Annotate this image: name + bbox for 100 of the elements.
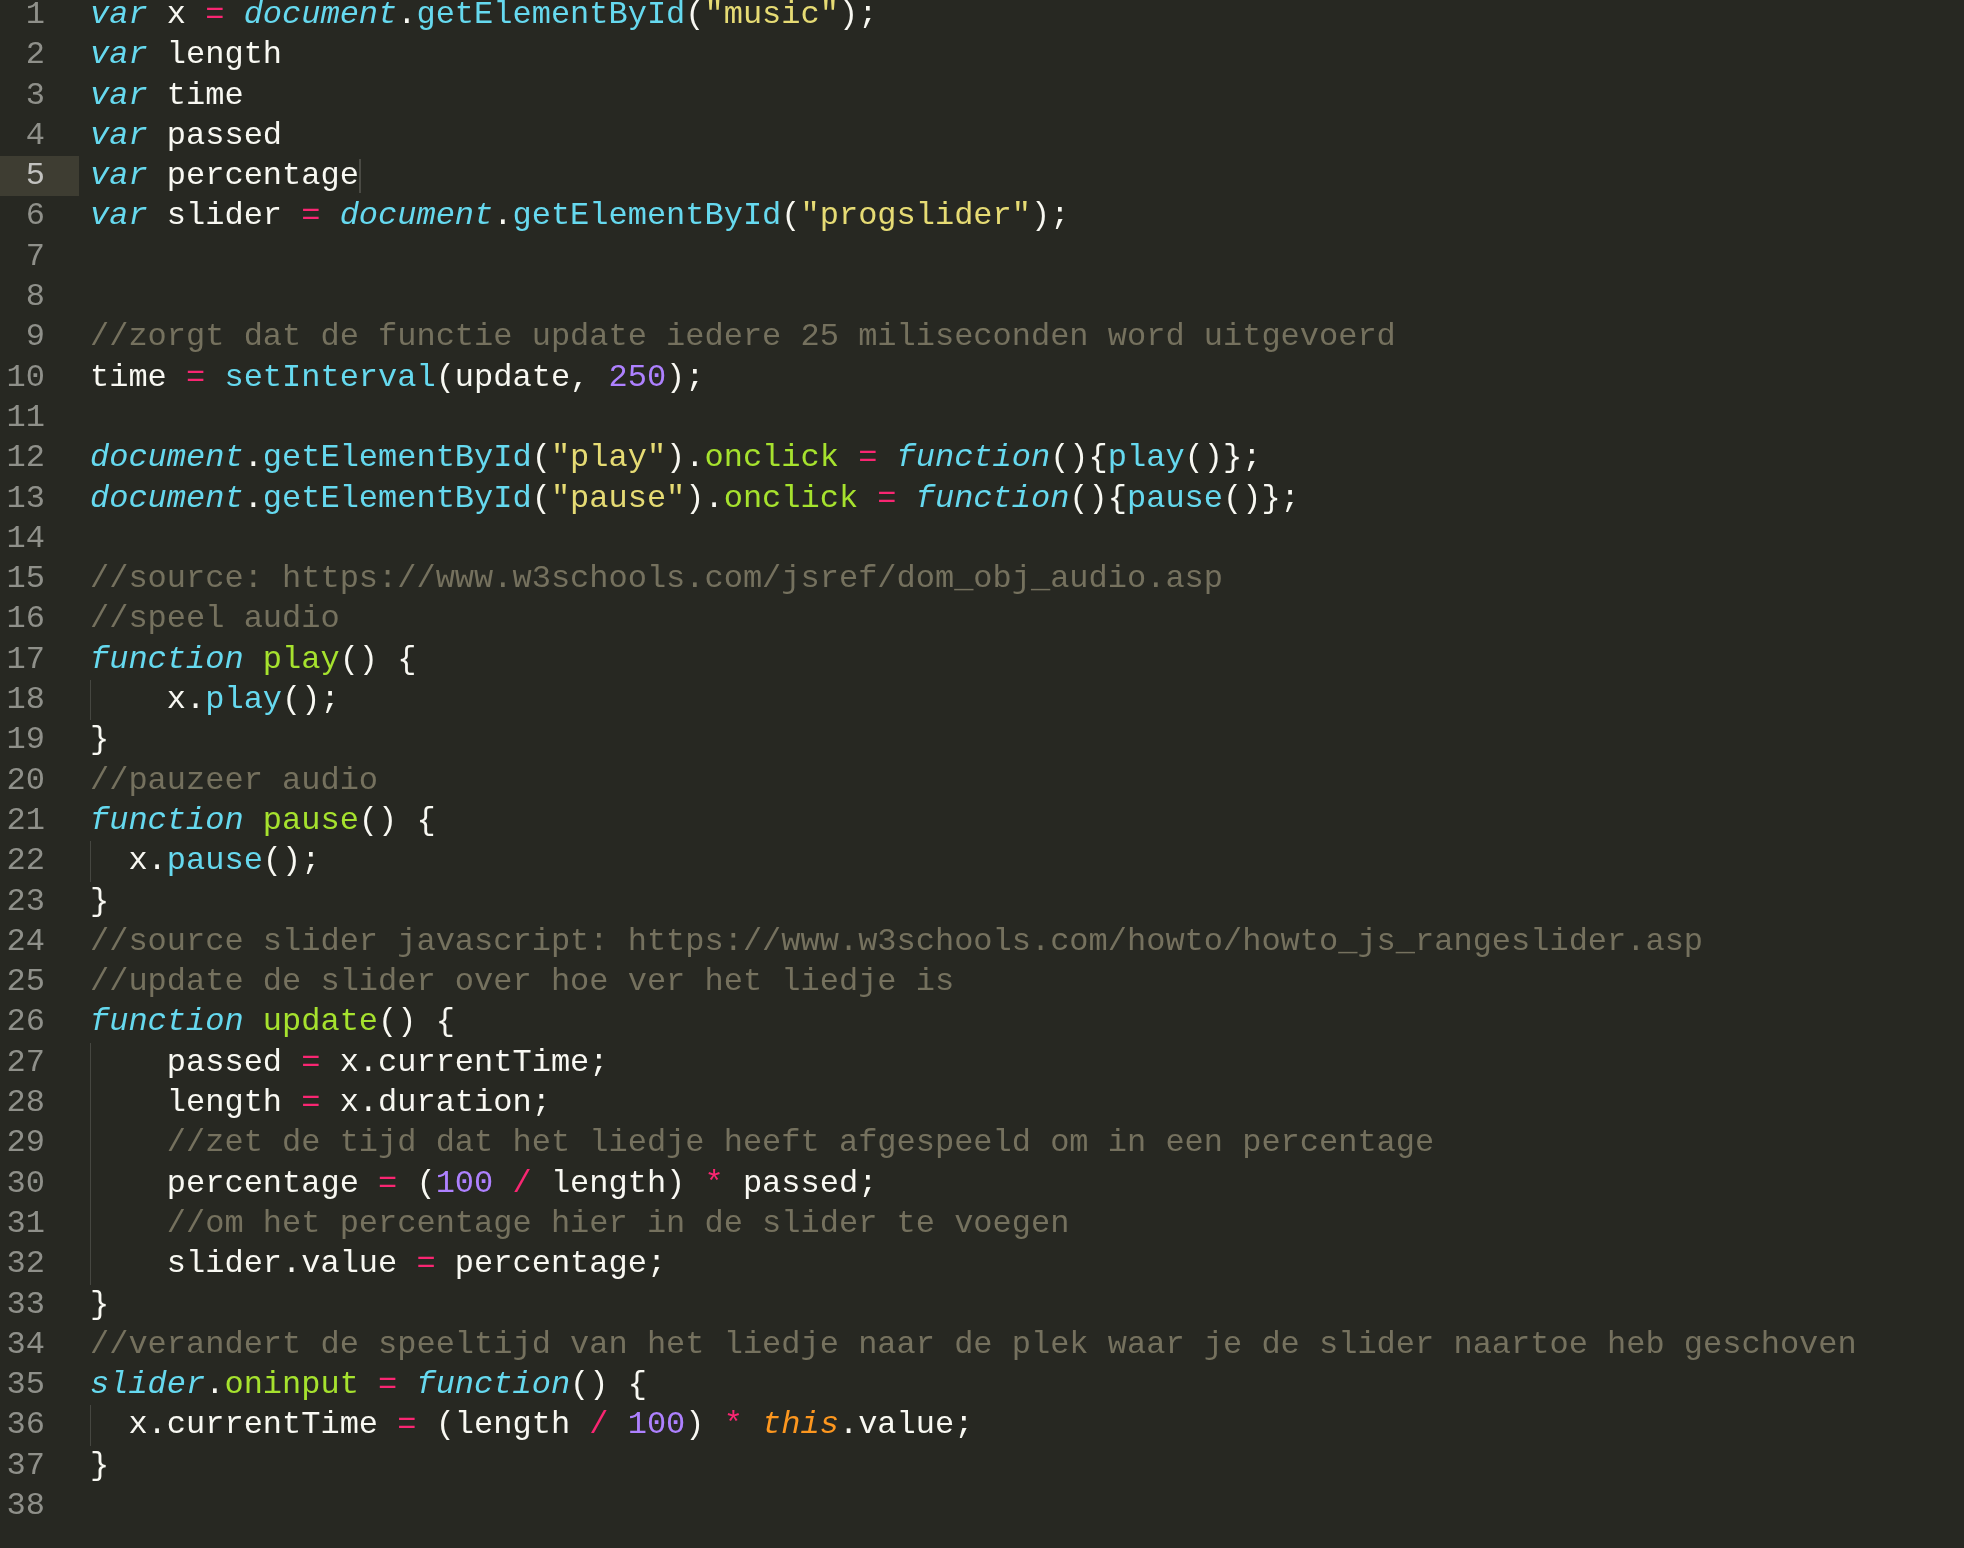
code-text: passed: [166, 116, 283, 154]
code-text: (: [531, 439, 551, 477]
code-text: () {: [339, 640, 417, 678]
code-text: passed;: [742, 1164, 878, 1202]
keyword: var: [90, 36, 148, 74]
keyword: function: [915, 479, 1070, 517]
line-number: 23: [6, 882, 45, 920]
function-name: pause: [262, 801, 359, 839]
string-literal: "progslider": [800, 197, 1031, 235]
line-number: 31: [6, 1204, 45, 1242]
code-comment: //zet de tijd dat het liedje heeft afgespeeld om in een percentage: [166, 1124, 1435, 1162]
code-text: length: [166, 1084, 283, 1121]
code-text: ();: [282, 681, 340, 719]
code-text: ).: [685, 479, 724, 517]
line-number: 32: [6, 1245, 45, 1283]
function-call: getElementById: [416, 0, 686, 33]
code-text: percentage: [166, 157, 359, 195]
property-name: oninput: [224, 1366, 359, 1404]
code-text: (: [416, 1164, 436, 1202]
number-literal: 100: [627, 1406, 686, 1444]
operator: *: [723, 1406, 743, 1444]
line-number: 8: [25, 278, 45, 316]
code-text: time: [90, 358, 167, 396]
line-number: 26: [6, 1003, 45, 1041]
code-comment: //source slider javascript: https://www.w3schools.com/howto/howto_js_rangeslider.asp: [90, 922, 1704, 960]
operator: =: [301, 1043, 321, 1081]
code-text: (: [685, 0, 705, 33]
code-text: () {: [570, 1366, 647, 1404]
line-number: 3: [25, 76, 45, 114]
code-comment: //source: https://www.w3schools.com/jsref/dom_obj_audio.asp: [90, 560, 1223, 598]
code-text: .: [397, 0, 417, 33]
keyword: var: [90, 0, 148, 33]
string-literal: "pause": [550, 479, 686, 517]
code-text: ();: [262, 842, 321, 880]
line-number: 29: [6, 1124, 45, 1162]
line-number: 14: [6, 519, 45, 557]
operator: =: [858, 439, 878, 477]
code-text: ): [685, 1406, 705, 1444]
line-number: 15: [6, 560, 45, 598]
line-number: 35: [6, 1366, 45, 1404]
object-name: document: [90, 439, 244, 477]
operator: =: [877, 479, 897, 517]
code-comment: //speel audio: [90, 600, 340, 638]
line-number: 13: [6, 479, 45, 517]
operator: =: [416, 1245, 436, 1283]
function-call: play: [1107, 439, 1185, 477]
code-text: .: [493, 197, 513, 235]
code-text: x.currentTime: [128, 1406, 379, 1444]
object-name: slider: [90, 1366, 206, 1404]
line-number: 16: [6, 600, 45, 638]
line-number: 34: [6, 1325, 45, 1363]
code-text: () {: [378, 1003, 455, 1041]
code-text: () {: [358, 801, 436, 839]
keyword: function: [90, 1003, 244, 1041]
keyword: function: [416, 1366, 571, 1404]
code-comment: //zorgt dat de functie update iedere 25 miliseconden word uitgevoerd: [90, 318, 1396, 356]
line-number: 37: [6, 1446, 45, 1484]
operator: =: [205, 0, 225, 33]
keyword: var: [90, 197, 148, 235]
keyword: function: [896, 439, 1051, 477]
function-call: pause: [166, 842, 263, 880]
object-name: document: [90, 479, 244, 517]
line-number: 2: [25, 36, 45, 74]
property-name: onclick: [704, 439, 839, 477]
code-comment: //update de slider over hoe ver het liedje is: [90, 963, 955, 1001]
line-number: 1: [25, 0, 45, 33]
code-text: time: [166, 76, 244, 114]
function-call: getElementById: [262, 439, 532, 477]
code-text: );: [666, 358, 705, 396]
function-name: update: [262, 1003, 379, 1041]
code-text: (: [781, 197, 801, 235]
code-comment: //verandert de speeltijd van het liedje naar de plek waar je de slider naartoe heb geschoven: [90, 1325, 1857, 1363]
line-number: 4: [25, 116, 45, 154]
code-text: length): [550, 1164, 686, 1202]
code-text: slider.value: [166, 1245, 398, 1283]
line-number: 30: [6, 1164, 45, 1202]
code-text: .: [243, 479, 263, 517]
code-comment: //pauzeer audio: [90, 761, 379, 799]
code-text: }: [90, 1285, 110, 1323]
keyword: function: [90, 640, 244, 678]
code-text: length: [166, 36, 283, 74]
code-text: x: [166, 0, 186, 33]
code-text: }: [90, 1446, 110, 1484]
number-literal: 250: [608, 358, 667, 396]
code-text: x.: [166, 681, 206, 719]
line-number: 22: [6, 842, 45, 880]
code-text: percentage;: [454, 1245, 667, 1283]
line-number: 19: [6, 721, 45, 759]
operator: /: [512, 1164, 532, 1202]
line-number: 27: [6, 1043, 45, 1081]
line-number: 6: [25, 197, 45, 235]
operator: /: [589, 1406, 609, 1444]
line-number: 33: [6, 1285, 45, 1323]
code-text: x.duration;: [339, 1084, 551, 1121]
code-text: ).: [666, 439, 705, 477]
operator: *: [704, 1164, 724, 1202]
code-text: (update,: [435, 358, 590, 396]
line-number: 11: [6, 398, 45, 436]
line-number: 25: [6, 963, 45, 1001]
function-call: getElementById: [512, 197, 782, 235]
